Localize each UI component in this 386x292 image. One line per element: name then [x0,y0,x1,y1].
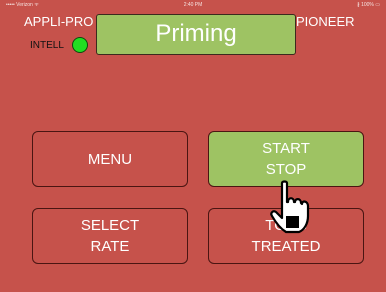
brand-appli-pro: APPLI-PRO [24,14,94,29]
battery-indicator: ∦ 100% ▭ [357,2,380,8]
menu-button[interactable]: MENU [32,131,188,187]
select-rate-line2: RATE [90,238,130,255]
status-bar: ••••• Verizon ᯤ 2:40 PM ∦ 100% ▭ [0,0,386,10]
brand-pioneer: PIONEER [296,14,355,29]
start-stop-line2: STOP [265,161,307,178]
status-display: Priming [96,14,296,55]
app-screen: ••••• Verizon ᯤ 2:40 PM ∦ 100% ▭ APPLI-P… [0,0,386,292]
tons-treated-line2: TREATED [251,238,321,255]
clock-time: 2:40 PM [183,2,203,8]
intell-status-light [72,37,88,53]
intell-label: INTELL [30,40,64,51]
menu-button-label: MENU [87,150,133,168]
hand-pointer-icon [270,180,310,234]
select-rate-line1: SELECT [80,217,140,234]
start-stop-button[interactable]: START STOP [208,131,364,187]
select-rate-button[interactable]: SELECT RATE [32,208,188,264]
start-stop-line1: START [262,140,310,157]
